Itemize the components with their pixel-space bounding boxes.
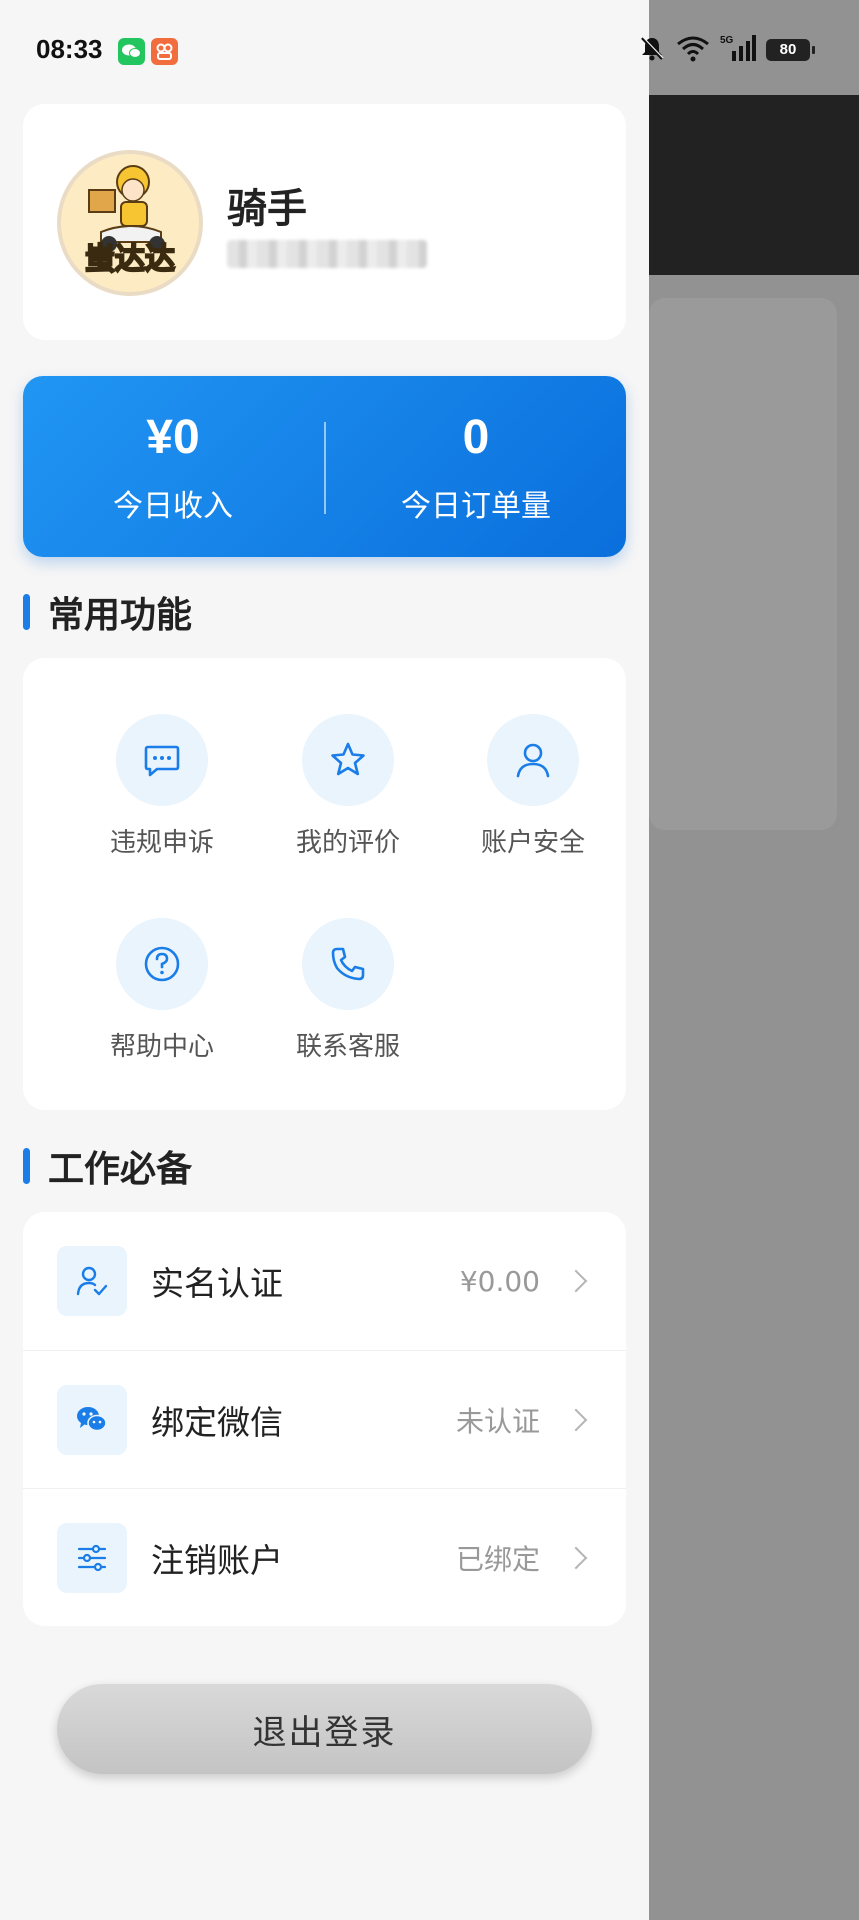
star-icon xyxy=(302,714,394,806)
today-income-label: 今日收入 xyxy=(113,488,233,524)
chevron-right-icon xyxy=(564,1546,588,1569)
avatar-brand-text: 蚩达达 xyxy=(84,241,176,278)
today-income-stat[interactable]: ¥0 今日收入 xyxy=(23,411,323,525)
chevron-right-icon xyxy=(564,1408,588,1431)
today-orders-stat[interactable]: 0 今日订单量 xyxy=(326,411,626,525)
today-orders-label: 今日订单量 xyxy=(401,488,551,524)
work-section-title: 工作必备 xyxy=(48,1149,193,1190)
section-accent-bar xyxy=(23,1148,30,1184)
status-bar: 08:33 5G 80 xyxy=(0,0,859,100)
today-income-value: ¥0 xyxy=(146,411,200,464)
sliders-icon xyxy=(57,1522,127,1593)
func-contact-service[interactable]: 联系客服 xyxy=(255,918,441,1078)
func-label: 帮助中心 xyxy=(109,1032,214,1062)
func-label: 联系客服 xyxy=(295,1032,400,1062)
func-label: 账户安全 xyxy=(480,828,585,858)
wechat-icon xyxy=(57,1384,127,1455)
user-check-icon xyxy=(57,1246,127,1316)
status-time: 08:33 xyxy=(36,34,103,64)
background-card xyxy=(649,298,837,830)
functions-section-header: 常用功能 xyxy=(23,592,192,636)
func-help-center[interactable]: 帮助中心 xyxy=(69,918,255,1078)
work-row-value: ¥0.00 xyxy=(459,1264,540,1298)
func-label: 违规申诉 xyxy=(109,828,214,858)
logout-button[interactable]: 退出登录 xyxy=(57,1684,592,1774)
battery-indicator: 80 xyxy=(766,39,815,61)
chevron-right-icon xyxy=(564,1269,588,1293)
help-icon xyxy=(116,918,208,1010)
work-section-header: 工作必备 xyxy=(23,1146,192,1190)
today-stats-card: ¥0 今日收入 0 今日订单量 xyxy=(23,376,626,557)
wechat-notification-icon xyxy=(118,38,145,65)
work-row-bind-wechat[interactable]: 绑定微信 未认证 xyxy=(23,1350,626,1488)
func-violation-appeal[interactable]: 违规申诉 xyxy=(69,714,255,874)
section-accent-bar xyxy=(23,594,30,630)
svg-text:5G: 5G xyxy=(720,35,734,46)
avatar[interactable]: 蚩达达 xyxy=(57,150,203,296)
rider-name: 骑手 xyxy=(227,186,307,232)
background-header xyxy=(649,95,859,275)
work-row-label: 实名认证 xyxy=(151,1264,283,1303)
profile-card[interactable]: 蚩达达 骑手 xyxy=(23,104,626,340)
work-row-real-name[interactable]: 实名认证 ¥0.00 xyxy=(23,1212,626,1350)
work-row-value: 未认证 xyxy=(455,1404,540,1438)
work-list-card: 实名认证 ¥0.00 绑定微信 未认证 注销账户 已绑定 xyxy=(23,1212,626,1626)
work-row-cancel-account[interactable]: 注销账户 已绑定 xyxy=(23,1488,626,1626)
wifi-icon xyxy=(676,34,710,66)
system-icons: 5G 80 xyxy=(638,32,815,68)
phone-number-blurred xyxy=(227,240,427,268)
message-icon xyxy=(116,714,208,806)
func-label: 我的评价 xyxy=(295,828,400,858)
func-account-security[interactable]: 账户安全 xyxy=(440,714,626,874)
work-row-label: 绑定微信 xyxy=(151,1402,283,1442)
functions-card: 违规申诉 我的评价 账户安全 帮助中心 联系客服 xyxy=(23,658,626,1110)
phone-icon xyxy=(302,918,394,1010)
work-row-label: 注销账户 xyxy=(151,1540,283,1580)
signal-5g-icon: 5G xyxy=(720,33,756,67)
work-row-value: 已绑定 xyxy=(455,1542,540,1576)
user-icon xyxy=(487,714,579,806)
today-orders-value: 0 xyxy=(462,411,490,464)
app-notification-icon xyxy=(151,38,178,65)
functions-section-title: 常用功能 xyxy=(48,595,193,636)
mute-bell-icon xyxy=(638,34,666,66)
func-my-reviews[interactable]: 我的评价 xyxy=(255,714,441,874)
